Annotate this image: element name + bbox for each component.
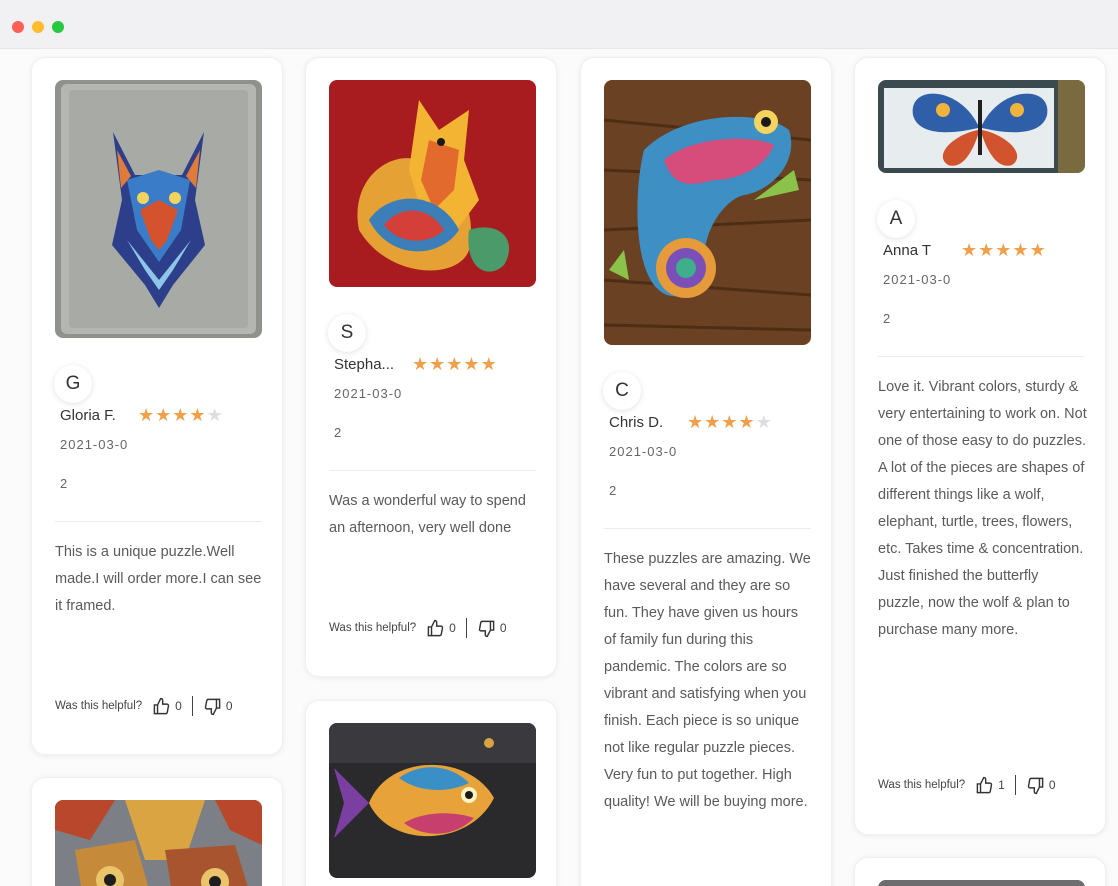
review-date: 2021-03-02 xyxy=(334,386,403,440)
star-rating: ★★★★★ xyxy=(961,239,1046,262)
star-filled-icon: ★ xyxy=(412,354,430,375)
star-filled-icon: ★ xyxy=(721,412,739,433)
star-filled-icon: ★ xyxy=(995,240,1013,261)
review-card: S Stepha... ★★★★★ 2021-03-02 Was a wonde… xyxy=(305,57,557,677)
star-filled-icon: ★ xyxy=(155,405,173,426)
helpful-label: Was this helpful? xyxy=(329,622,417,634)
thumbs-down-button[interactable]: 0 xyxy=(1026,776,1056,795)
star-filled-icon: ★ xyxy=(480,354,498,375)
avatar: S xyxy=(328,314,366,352)
window-minimize-button[interactable] xyxy=(32,21,44,33)
thumbs-down-button[interactable]: 0 xyxy=(477,619,507,638)
dislike-count: 0 xyxy=(499,621,507,635)
reviewer-name: Stepha... xyxy=(334,356,395,373)
star-filled-icon: ★ xyxy=(429,354,447,375)
window-maximize-button[interactable] xyxy=(52,21,64,33)
thumbs-up-button[interactable]: 0 xyxy=(426,619,456,638)
review-date: 2021-03-02 xyxy=(883,272,952,326)
thumbs-down-button[interactable]: 0 xyxy=(203,697,233,716)
wolf-puzzle-photo[interactable] xyxy=(55,80,262,338)
dislike-count: 0 xyxy=(1048,778,1056,792)
review-card xyxy=(854,857,1106,886)
review-card: A Anna T ★★★★★ 2021-03-02 Love it. Vibra… xyxy=(854,57,1106,835)
thumbs-down-icon xyxy=(1027,777,1044,794)
star-empty-icon: ★ xyxy=(755,412,773,433)
star-filled-icon: ★ xyxy=(1012,240,1030,261)
fox-puzzle-photo[interactable] xyxy=(329,80,536,287)
butterfly-puzzle-photo[interactable] xyxy=(878,80,1085,173)
reviewer-name: Anna T xyxy=(883,242,932,259)
star-empty-icon: ★ xyxy=(206,405,224,426)
like-count: 0 xyxy=(449,621,456,635)
reviewer-name: Gloria F. xyxy=(60,407,116,424)
divider xyxy=(604,528,811,529)
helpful-row: Was this helpful? 0 0 xyxy=(329,618,507,638)
avatar: C xyxy=(603,372,641,410)
divider xyxy=(191,696,193,716)
thumbs-down-icon xyxy=(478,620,495,637)
divider xyxy=(465,618,467,638)
dislike-count: 0 xyxy=(225,699,233,713)
star-rating: ★★★★★ xyxy=(687,411,772,434)
browser-titlebar xyxy=(0,0,1118,49)
review-text: These puzzles are amazing. We have sever… xyxy=(604,551,811,810)
star-rating: ★★★★★ xyxy=(138,404,223,427)
divider xyxy=(878,356,1085,357)
window-close-button[interactable] xyxy=(12,21,24,33)
thumbs-up-button[interactable]: 0 xyxy=(152,697,182,716)
divider xyxy=(55,521,262,522)
review-text: Love it. Vibrant colors, sturdy & very e… xyxy=(878,379,1087,638)
reviews-masonry-grid: G Gloria F. ★★★★★ 2021-03-02 This is a u… xyxy=(0,49,1118,886)
review-text: This is a unique puzzle.Well made.I will… xyxy=(55,544,262,614)
thumbs-down-icon xyxy=(204,698,221,715)
like-count: 0 xyxy=(175,699,182,713)
helpful-label: Was this helpful? xyxy=(55,700,143,712)
thumbs-up-icon xyxy=(427,619,444,636)
partial-photo[interactable] xyxy=(878,880,1085,886)
review-card xyxy=(305,700,557,886)
divider xyxy=(329,470,536,471)
star-filled-icon: ★ xyxy=(138,405,156,426)
star-filled-icon: ★ xyxy=(463,354,481,375)
star-filled-icon: ★ xyxy=(738,412,756,433)
review-date: 2021-03-02 xyxy=(60,437,129,491)
avatar: A xyxy=(877,200,915,238)
star-filled-icon: ★ xyxy=(446,354,464,375)
star-rating: ★★★★★ xyxy=(412,353,497,376)
helpful-label: Was this helpful? xyxy=(878,779,966,791)
reviewer-name: Chris D. xyxy=(609,414,664,431)
star-filled-icon: ★ xyxy=(687,412,705,433)
avatar: G xyxy=(54,365,92,403)
star-filled-icon: ★ xyxy=(704,412,722,433)
chameleon-puzzle-photo[interactable] xyxy=(604,80,811,345)
review-card: C Chris D. ★★★★★ 2021-03-02 These puzzle… xyxy=(580,57,832,886)
star-filled-icon: ★ xyxy=(978,240,996,261)
thumbs-up-icon xyxy=(153,697,170,714)
star-filled-icon: ★ xyxy=(189,405,207,426)
thumbs-up-icon xyxy=(976,776,993,793)
fish-puzzle-photo[interactable] xyxy=(329,723,536,878)
like-count: 1 xyxy=(998,778,1005,792)
helpful-row: Was this helpful? 1 0 xyxy=(878,775,1056,795)
star-filled-icon: ★ xyxy=(172,405,190,426)
review-card: G Gloria F. ★★★★★ 2021-03-02 This is a u… xyxy=(31,57,283,755)
star-filled-icon: ★ xyxy=(1029,240,1047,261)
review-date: 2021-03-02 xyxy=(609,444,678,498)
divider xyxy=(1014,775,1016,795)
review-text: Was a wonderful way to spend an afternoo… xyxy=(329,493,526,536)
star-filled-icon: ★ xyxy=(961,240,979,261)
review-card xyxy=(31,777,283,886)
owl-puzzle-photo[interactable] xyxy=(55,800,262,886)
thumbs-up-button[interactable]: 1 xyxy=(975,776,1005,795)
helpful-row: Was this helpful? 0 0 xyxy=(55,696,233,716)
